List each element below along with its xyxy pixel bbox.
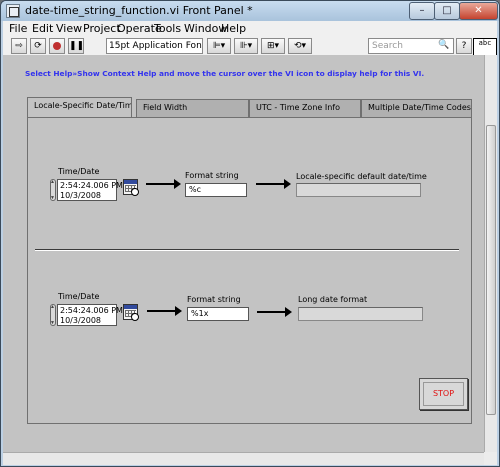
menu-help[interactable]: Help (221, 22, 246, 35)
calendar-browse-icon-2[interactable] (123, 304, 139, 321)
vi-icon-text: abc (478, 39, 492, 47)
horizontal-scrollbar[interactable] (3, 452, 484, 465)
menu-tools[interactable]: Tools (154, 22, 181, 35)
distribute-objects-icon[interactable]: ⊪▾ (234, 38, 258, 54)
menu-edit[interactable]: Edit (32, 22, 53, 35)
close-button[interactable]: ✕ (459, 2, 498, 20)
format-string-input-2[interactable]: %1x (187, 307, 249, 321)
tab-multiple-date-time-codes[interactable]: Multiple Date/Time Codes (361, 99, 472, 117)
format-string-input-1[interactable]: %c (185, 183, 247, 197)
result-label-2: Long date format (298, 295, 368, 304)
arrow-icon (256, 179, 291, 189)
tab-page (27, 117, 472, 424)
section-divider (35, 249, 459, 251)
tab-locale-specific-date-time[interactable]: Locale-Specific Date/Time (27, 97, 132, 118)
stop-button[interactable]: STOP (419, 378, 468, 410)
window-title: date-time_string_function.vi Front Panel… (25, 4, 253, 17)
menu-view[interactable]: View (56, 22, 82, 35)
resize-grip[interactable] (484, 452, 497, 465)
help-button[interactable]: ? (456, 38, 472, 54)
timestamp-time-2: 2:54:24.006 PM (60, 306, 123, 315)
maximize-button[interactable]: □ (434, 2, 460, 20)
stop-button-label: STOP (423, 382, 464, 406)
vertical-scrollbar[interactable] (484, 55, 497, 452)
reorder-icon[interactable]: ⟲▾ (288, 38, 312, 54)
resize-objects-icon[interactable]: ⊞▾ (261, 38, 285, 54)
pause-icon[interactable]: ❚❚ (68, 38, 84, 54)
tab-field-width[interactable]: Field Width (136, 99, 249, 117)
format-string-label-2: Format string (187, 295, 241, 304)
timestamp-date-1: 10/3/2008 (60, 191, 102, 200)
timestamp-label-2: Time/Date (58, 292, 100, 301)
result-indicator-2 (298, 307, 423, 321)
timestamp-date-2: 10/3/2008 (60, 316, 102, 325)
title-bar[interactable]: date-time_string_function.vi Front Panel… (1, 1, 499, 21)
minimize-button[interactable]: – (409, 2, 435, 20)
timestamp-time-1: 2:54:24.006 PM (60, 181, 123, 190)
menu-project[interactable]: Project (83, 22, 121, 35)
labview-vi-icon (6, 4, 20, 18)
search-icon[interactable]: 🔍 (436, 38, 452, 54)
tab-utc-time-zone-info[interactable]: UTC - Time Zone Info (249, 99, 361, 117)
abort-icon[interactable] (49, 38, 65, 54)
run-continuously-icon[interactable]: ⟳ (30, 38, 46, 54)
timestamp-control-1[interactable]: 2:54:24.006 PM 10/3/2008 (57, 179, 123, 201)
run-arrow-icon[interactable]: ⇨ (11, 38, 27, 54)
menu-file[interactable]: File (9, 22, 27, 35)
align-objects-icon[interactable]: ⊫▾ (207, 38, 231, 54)
arrow-icon (147, 306, 182, 316)
help-text: Select Help»Show Context Help and move t… (25, 69, 425, 78)
toolbar: ⇨ ⟳ ❚❚ 15pt Application Font ⊫▾ ⊪▾ ⊞▾ ⟲▾… (3, 37, 497, 55)
labview-front-panel-window: date-time_string_function.vi Front Panel… (0, 0, 500, 467)
timestamp-label-1: Time/Date (58, 167, 100, 176)
font-select[interactable]: 15pt Application Font (106, 38, 203, 54)
timestamp-increment-1[interactable] (50, 179, 56, 201)
timestamp-increment-2[interactable] (50, 304, 56, 326)
arrow-icon (146, 179, 181, 189)
calendar-browse-icon-1[interactable] (123, 179, 139, 196)
format-string-label-1: Format string (185, 171, 239, 180)
vertical-scroll-thumb[interactable] (486, 125, 496, 415)
timestamp-control-2[interactable]: 2:54:24.006 PM 10/3/2008 (57, 304, 123, 326)
result-label-1: Locale-specific default date/time (296, 172, 427, 181)
result-indicator-1 (296, 183, 421, 197)
arrow-icon (257, 307, 292, 317)
menu-bar: File Edit View Project Operate Tools Win… (3, 21, 497, 37)
